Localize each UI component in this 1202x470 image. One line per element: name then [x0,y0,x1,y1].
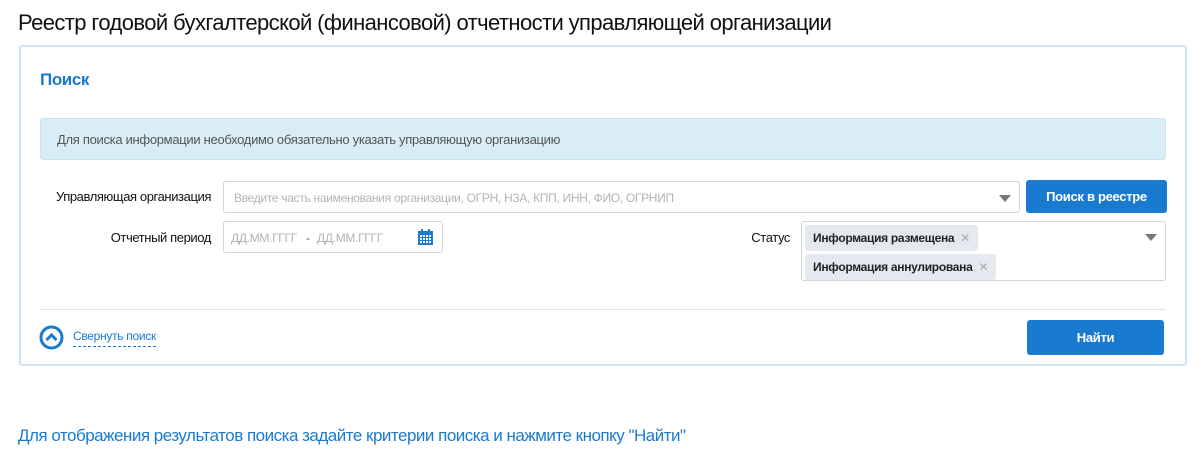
remove-tag-icon[interactable]: ✕ [978,260,988,274]
collapse-search-link[interactable]: Свернуть поиск [73,329,156,347]
divider [40,309,1166,310]
status-tag: Информация размещена ✕ [805,225,979,251]
status-tag-label: Информация размещена [813,231,955,245]
status-multiselect[interactable]: Информация размещена ✕ Информация аннулир… [801,221,1166,281]
find-button[interactable]: Найти [1027,320,1164,355]
chevron-down-icon [999,195,1011,202]
date-from-input[interactable]: ДД.ММ.ГГГГ [231,231,297,245]
date-to-input[interactable]: ДД.ММ.ГГГГ [317,231,383,245]
remove-tag-icon[interactable]: ✕ [960,231,970,245]
chevron-up-circle-icon[interactable] [39,325,64,350]
status-tag: Информация аннулирована ✕ [805,254,997,280]
info-alert: Для поиска информации необходимо обязате… [40,118,1166,160]
results-hint: Для отображения результатов поиска задай… [18,426,686,445]
status-tag-label: Информация аннулирована [813,260,973,274]
chevron-down-icon [1145,234,1157,241]
org-label: Управляющая организация [55,189,211,204]
period-label: Отчетный период [110,230,212,245]
status-label: Статус [751,230,790,245]
period-range-input[interactable]: ДД.ММ.ГГГГ - ДД.ММ.ГГГГ [223,221,443,253]
calendar-icon[interactable] [418,229,433,245]
org-placeholder: Введите часть наименования организации, … [234,191,674,205]
search-panel-title: Поиск [40,70,90,89]
org-select[interactable]: Введите часть наименования организации, … [223,181,1020,213]
registry-search-button[interactable]: Поиск в реестре [1026,180,1167,213]
page-title: Реестр годовой бухгалтерской (финансовой… [18,10,832,35]
date-separator: - [306,231,310,245]
